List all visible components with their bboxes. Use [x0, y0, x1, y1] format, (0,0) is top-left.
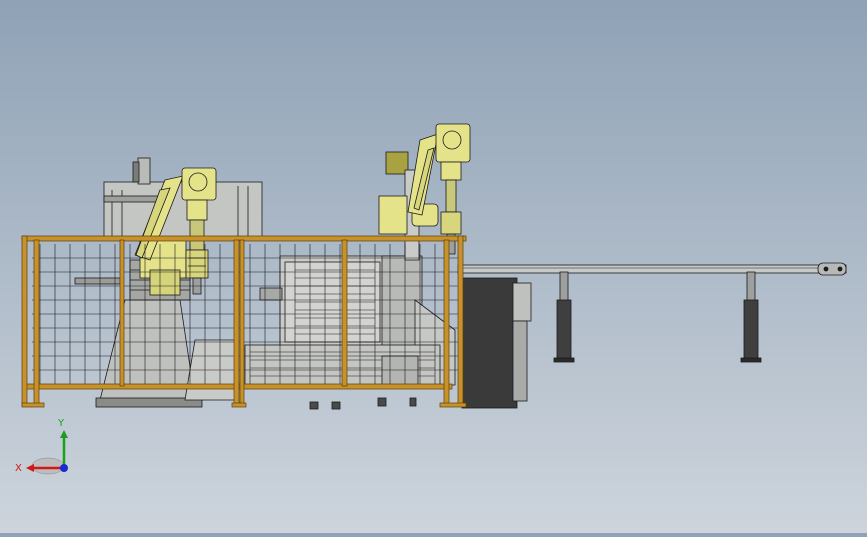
cad-viewport[interactable]: Y X — [0, 0, 867, 533]
assembly-drawing: Y X — [15, 123, 847, 475]
y-axis-label: Y — [57, 418, 65, 429]
electrical-cabinet — [461, 277, 532, 409]
x-axis-label: X — [15, 463, 22, 474]
coordinate-triad: Y X — [15, 418, 68, 475]
